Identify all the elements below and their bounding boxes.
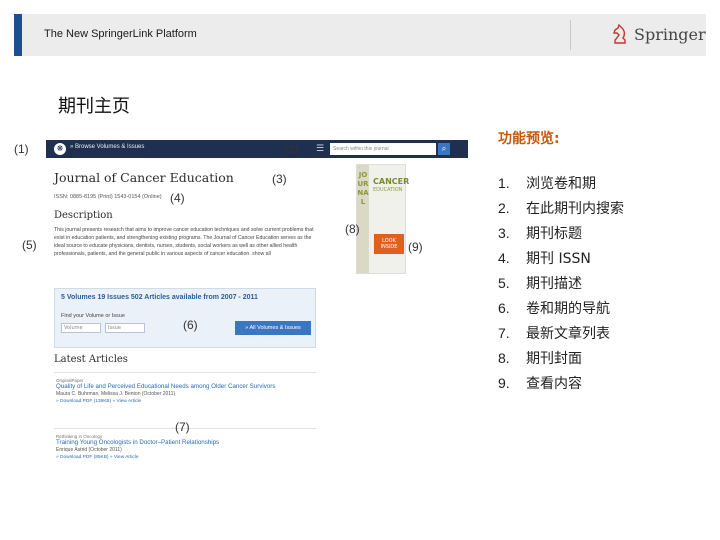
callout-9: (9) [408,240,423,254]
journal-page-screenshot: ❋ » Browse Volumes & Issues ☰ Search wit… [46,140,468,482]
feature-label: 期刊标题 [526,225,582,242]
feature-item: 9. 查看内容 [498,370,624,395]
menu-icon[interactable]: ☰ [316,144,324,154]
callout-5: (5) [22,238,37,252]
article-links[interactable]: » Download PDF (139KB) » View Article [56,399,318,404]
browse-volumes-link[interactable]: » Browse Volumes & Issues [70,144,144,150]
article-divider [54,372,316,373]
header-divider [570,20,571,50]
feature-item: 2. 在此期刊内搜索 [498,195,624,220]
feature-number: 9. [498,374,510,391]
feature-number: 3. [498,224,510,241]
feature-label: 期刊封面 [526,350,582,367]
journal-title: Journal of Cancer Education [54,170,234,185]
callout-7: (7) [175,420,190,434]
callout-1: (1) [14,142,29,156]
callout-3: (3) [272,172,287,186]
volume-input[interactable]: Volume [61,323,101,333]
feature-item: 6. 卷和期的导航 [498,295,624,320]
search-icon[interactable]: ⌕ [438,143,450,155]
description-text: This journal presents research that aims… [54,227,314,257]
feature-number: 8. [498,349,510,366]
feature-number: 2. [498,199,510,216]
article-links[interactable]: » Download PDF (85KB) » View Article [56,455,318,460]
look-inside-button[interactable]: LOOK INSIDE [374,234,404,254]
latest-articles-heading: Latest Articles [54,354,128,365]
feature-label: 查看内容 [526,375,582,392]
article-authors: Enrique Astrid (October 2011) [56,447,122,453]
article-item: OriginalPaper Quality of Life and Percei… [56,378,318,404]
feature-number: 1. [498,174,510,191]
journal-nav-bar: ❋ » Browse Volumes & Issues ☰ Search wit… [46,140,468,158]
cover-title: CANCER [373,177,410,186]
feature-label: 在此期刊内搜索 [526,200,624,217]
cover-journal-text: JOURNAL [357,171,369,206]
article-item: Rethinking in Oncology Training Young On… [56,434,318,460]
journal-search-input[interactable]: Search within this journal [330,143,436,155]
journal-cover[interactable]: JOURNAL CANCER EDUCATION [356,164,410,274]
features-title: 功能预览: [498,131,560,147]
springer-circle-icon[interactable]: ❋ [54,143,66,155]
feature-number: 5. [498,274,510,291]
chess-knight-icon [613,23,626,44]
callout-6: (6) [183,318,198,332]
feature-label: 最新文章列表 [526,325,610,342]
feature-label: 卷和期的导航 [526,300,610,317]
feature-label: 期刊描述 [526,275,582,292]
cover-subtitle: EDUCATION [373,187,403,193]
springer-logo-text: Springer [634,24,706,44]
callout-4: (4) [170,191,185,205]
find-volume-label: Find your Volume or Issue [61,313,125,319]
article-title-link[interactable]: Training Young Oncologists in Doctor–Pat… [56,439,318,447]
features-list: 1. 浏览卷和期 2. 在此期刊内搜索 3. 期刊标题 4. 期刊 ISSN 5. 期刊描… [498,170,624,395]
header-bar: The New SpringerLink Platform Springer [14,14,706,56]
header-accent [14,14,22,56]
springer-logo[interactable]: Springer [610,23,706,45]
feature-number: 6. [498,299,510,316]
feature-item: 8. 期刊封面 [498,345,624,370]
feature-item: 7. 最新文章列表 [498,320,624,345]
volumes-summary: 5 Volumes 19 Issues 502 Articles availab… [61,294,258,301]
slide-title: 期刊主页 [58,96,130,117]
journal-issn: ISSN: 0885-8195 (Print) 1543-0154 (Onlin… [54,194,162,200]
feature-label: 期刊 ISSN [526,250,591,267]
callout-2: (2) [284,143,299,157]
feature-number: 7. [498,324,510,341]
feature-item: 3. 期刊标题 [498,220,624,245]
description-heading: Description [54,210,113,221]
article-authors: Maura C. Buhrman, Melissa J. Benton (Oct… [56,391,176,397]
feature-number: 4. [498,249,510,266]
feature-item: 4. 期刊 ISSN [498,245,624,270]
callout-8: (8) [345,222,360,236]
article-title-link[interactable]: Quality of Life and Perceived Educationa… [56,383,318,391]
feature-item: 5. 期刊描述 [498,270,624,295]
all-volumes-button[interactable]: » All Volumes & Issues [235,321,311,335]
feature-label: 浏览卷和期 [526,175,596,192]
issue-input[interactable]: Issue [105,323,145,333]
feature-item: 1. 浏览卷和期 [498,170,624,195]
header-title: The New SpringerLink Platform [44,28,197,40]
